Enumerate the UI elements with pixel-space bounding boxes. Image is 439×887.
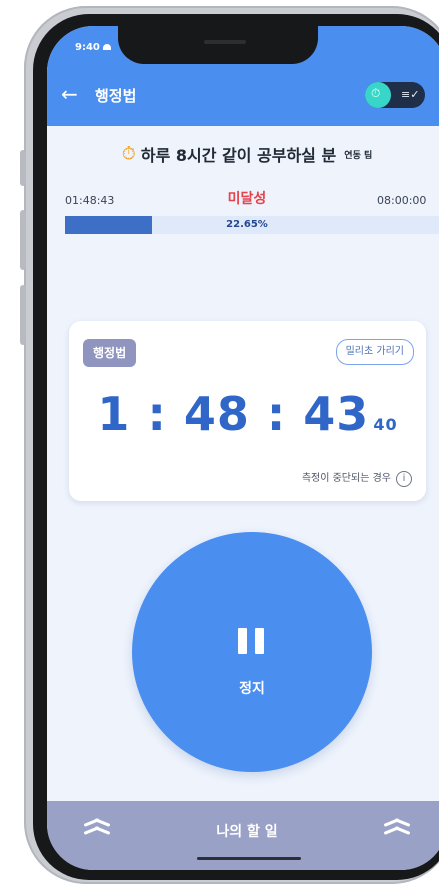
phone-notch: [118, 26, 318, 64]
group-goal: ⏱ 하루 8시간 같이 공부하실 분 연동 팀: [47, 142, 439, 166]
volume-up-button: [20, 210, 26, 270]
goal-user: 연동 팀: [344, 150, 373, 161]
interrupt-label: 측정이 중단되는 경우: [301, 473, 391, 484]
stop-button[interactable]: 정지: [132, 532, 372, 772]
pause-icon: [238, 628, 266, 654]
subject-chip[interactable]: 행정법: [83, 339, 137, 367]
stopwatch-icon: ⏱: [121, 143, 136, 165]
silent-switch: [20, 150, 26, 186]
progress-percent: 22.65%: [226, 219, 268, 230]
target-time: 08:00:00: [377, 194, 427, 207]
memo-icon: ≡✓: [401, 88, 420, 101]
todo-drawer[interactable]: 나의 할 일: [47, 801, 439, 870]
page-title: 행정법: [95, 87, 137, 105]
goal-text: 하루 8시간 같이 공부하실 분: [140, 146, 337, 165]
volume-down-button: [20, 285, 26, 345]
status-time: 9:40: [75, 42, 100, 53]
info-icon: i: [396, 471, 412, 487]
timer-mode-toggle[interactable]: ⏱ ≡✓: [365, 82, 425, 108]
status-bar: 9:40: [75, 42, 111, 53]
stop-label: 정지: [239, 681, 265, 697]
wifi-icon: [102, 44, 111, 50]
hide-milliseconds-button[interactable]: 밀리초 가리기: [335, 339, 414, 365]
timer-display: 1 : 48 : 43 40: [69, 387, 426, 441]
timer-card: 행정법 밀리초 가리기 1 : 48 : 43 40 측정이 중단되는 경우 i: [69, 321, 426, 501]
todo-label: 나의 할 일: [216, 824, 278, 840]
app-screen: 9:40 ← 행정법 ⏱ ≡✓ ⏱ 하루 8시간 같이 공부하실 분 연동 팀 …: [47, 26, 439, 870]
stopwatch-icon: ⏱: [365, 82, 391, 108]
interrupt-help[interactable]: 측정이 중단되는 경우 i: [302, 469, 412, 487]
chevron-up-icon: [383, 815, 411, 833]
home-indicator: [197, 857, 301, 860]
timer-ms: 40: [373, 415, 398, 434]
back-arrow-icon[interactable]: ←: [61, 84, 78, 104]
timer-time: 1 : 48 : 43: [97, 387, 370, 441]
